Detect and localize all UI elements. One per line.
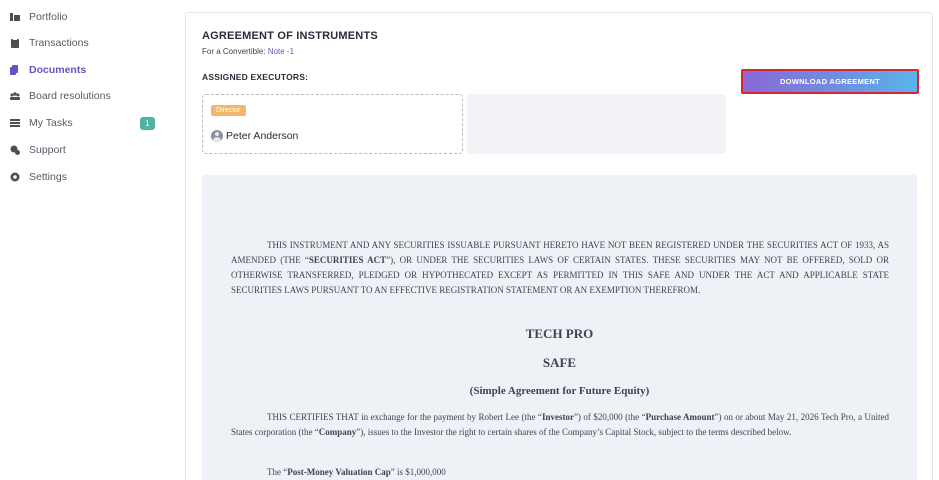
safe-subheading: (Simple Agreement for Future Equity) bbox=[469, 385, 650, 397]
valuation-cap-term: Post-Money Valuation Cap bbox=[287, 467, 391, 477]
sidebar-item-label: My Tasks bbox=[29, 117, 73, 129]
sidebar-item-documents[interactable]: Documents bbox=[9, 61, 86, 79]
securities-act-term: SECURITIES ACT bbox=[308, 255, 387, 265]
safe-heading: SAFE bbox=[542, 355, 577, 370]
download-agreement-button[interactable]: DOWNLOAD AGREEMENT bbox=[741, 69, 919, 94]
executor-card[interactable]: Director Peter Anderson bbox=[202, 94, 463, 154]
page-title: AGREEMENT OF INSTRUMENTS bbox=[202, 30, 378, 42]
sidebar-item-label: Support bbox=[29, 144, 66, 156]
convertible-note-link[interactable]: Note -1 bbox=[268, 47, 294, 56]
sidebar-item-portfolio[interactable]: Portfolio bbox=[9, 8, 68, 26]
gear-icon bbox=[9, 171, 21, 183]
sidebar-item-board-resolutions[interactable]: Board resolutions bbox=[9, 87, 111, 105]
text: The “ bbox=[267, 467, 288, 477]
sidebar: Portfolio Transactions Documents Board r… bbox=[0, 0, 180, 480]
board-icon bbox=[9, 90, 21, 102]
certification-paragraph: THIS CERTIFIES THAT in exchange for the … bbox=[231, 410, 889, 440]
text: ”), issues to the Investor the right to … bbox=[356, 427, 792, 437]
sidebar-item-transactions[interactable]: Transactions bbox=[9, 34, 89, 52]
portfolio-icon bbox=[9, 11, 21, 23]
company-name-heading: TECH PRO bbox=[525, 326, 594, 341]
valuation-cap-paragraph: The “Post-Money Valuation Cap” is $1,000… bbox=[231, 465, 889, 480]
subtitle-prefix: For a Convertible: bbox=[202, 47, 268, 56]
sidebar-item-label: Settings bbox=[29, 171, 67, 183]
executor-name-text: Peter Anderson bbox=[226, 130, 299, 142]
sidebar-item-label: Board resolutions bbox=[29, 90, 111, 102]
text: ”) of $20,000 (the “ bbox=[573, 412, 646, 422]
assigned-executors-label: ASSIGNED EXECUTORS: bbox=[202, 72, 309, 82]
tasks-icon bbox=[9, 117, 21, 129]
executor-name: Peter Anderson bbox=[211, 130, 298, 142]
support-icon bbox=[9, 144, 21, 156]
agreement-card: AGREEMENT OF INSTRUMENTS For a Convertib… bbox=[185, 12, 933, 480]
agreement-document: THIS INSTRUMENT AND ANY SECURITIES ISSUA… bbox=[202, 175, 917, 480]
sidebar-item-settings[interactable]: Settings bbox=[9, 168, 67, 186]
sidebar-item-label: Documents bbox=[29, 64, 87, 76]
sidebar-item-label: Portfolio bbox=[29, 11, 68, 23]
role-badge: Director bbox=[211, 105, 246, 116]
investor-term: Investor bbox=[541, 412, 574, 422]
documents-icon bbox=[9, 64, 21, 76]
securities-disclaimer: THIS INSTRUMENT AND ANY SECURITIES ISSUA… bbox=[231, 238, 889, 298]
avatar-icon bbox=[211, 130, 223, 142]
text: THIS CERTIFIES THAT in exchange for the … bbox=[267, 412, 542, 422]
company-term: Company bbox=[318, 427, 357, 437]
purchase-amount-term: Purchase Amount bbox=[645, 412, 715, 422]
executor-placeholder-slot bbox=[467, 94, 726, 154]
sidebar-item-my-tasks[interactable]: My Tasks bbox=[9, 114, 73, 132]
clipboard-icon bbox=[9, 37, 21, 49]
tasks-count-badge: 1 bbox=[140, 117, 155, 130]
sidebar-item-label: Transactions bbox=[29, 37, 89, 49]
text: ” is $1,000,000 bbox=[390, 467, 446, 477]
sidebar-item-support[interactable]: Support bbox=[9, 141, 66, 159]
card-subtitle: For a Convertible: Note -1 bbox=[202, 47, 294, 56]
